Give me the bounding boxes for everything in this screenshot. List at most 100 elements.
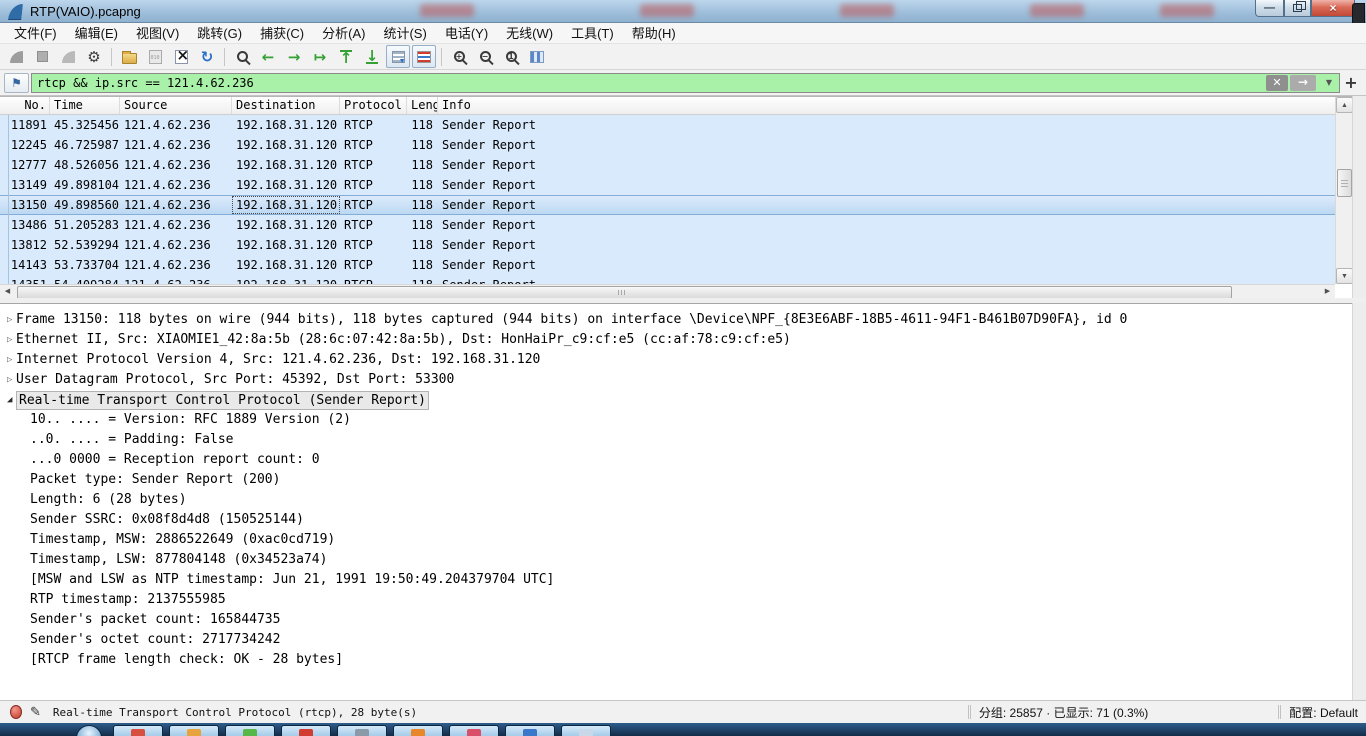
open-file-button[interactable] <box>117 45 141 68</box>
detail-line[interactable]: Sender SSRC: 0x08f8d4d8 (150525144) <box>0 510 1352 530</box>
profile-selector[interactable]: 配置: Default <box>1289 704 1358 721</box>
filter-clear-button[interactable]: ✕ <box>1266 74 1288 91</box>
column-header-length[interactable]: Length <box>407 97 438 114</box>
scroll-up-arrow[interactable]: ▲ <box>1336 97 1353 113</box>
packet-row[interactable]: 12245 46.725987 121.4.62.236 192.168.31.120… <box>0 135 1335 155</box>
taskbar-app-button[interactable] <box>169 725 219 736</box>
detail-line[interactable]: [RTCP frame length check: OK - 28 bytes] <box>0 650 1352 670</box>
go-forward-button[interactable]: → <box>282 45 306 68</box>
packet-list-hscrollbar[interactable]: ◀ ▶ <box>0 284 1335 299</box>
detail-line[interactable]: Length: 6 (28 bytes) <box>0 490 1352 510</box>
detail-line[interactable]: ▷ Frame 13150: 118 bytes on wire (944 bit… <box>0 310 1352 330</box>
column-header-time[interactable]: Time <box>50 97 120 114</box>
display-filter-input[interactable] <box>31 72 1340 93</box>
cell-source: 121.4.62.236 <box>120 275 232 284</box>
go-first-packet-button[interactable]: ↑ <box>334 45 358 68</box>
detail-line[interactable]: [MSW and LSW as NTP timestamp: Jun 21, 1… <box>0 570 1352 590</box>
detail-line[interactable]: ..0. .... = Padding: False <box>0 430 1352 450</box>
go-to-packet-button[interactable]: ↦ <box>308 45 332 68</box>
filter-apply-button[interactable]: → <box>1290 74 1316 91</box>
menu-tools[interactable]: 工具(T) <box>562 23 623 44</box>
detail-line[interactable]: ▷ Ethernet II, Src: XIAOMIE1_42:8a:5b (28… <box>0 330 1352 350</box>
taskbar-app-button[interactable] <box>393 725 443 736</box>
expander-icon[interactable]: ▷ <box>0 310 16 330</box>
go-back-button[interactable]: ← <box>256 45 280 68</box>
restart-capture-button[interactable] <box>56 45 80 68</box>
expander-icon[interactable]: ▷ <box>0 370 16 390</box>
detail-line[interactable]: Packet type: Sender Report (200) <box>0 470 1352 490</box>
menu-telephony[interactable]: 电话(Y) <box>436 23 497 44</box>
column-header-destination[interactable]: Destination <box>232 97 340 114</box>
minimize-button[interactable]: — <box>1255 0 1284 17</box>
go-last-packet-button[interactable]: ↓ <box>360 45 384 68</box>
zoom-original-button[interactable]: 1 <box>499 45 523 68</box>
column-header-info[interactable]: Info <box>438 97 1335 114</box>
packet-details-pane: ▷ Frame 13150: 118 bytes on wire (944 bit… <box>0 303 1352 700</box>
expander-icon[interactable]: ▷ <box>0 330 16 350</box>
packet-row[interactable]: 11891 45.325456 121.4.62.236 192.168.31.120… <box>0 115 1335 135</box>
menu-edit[interactable]: 编辑(E) <box>66 23 127 44</box>
stop-capture-button[interactable] <box>30 45 54 68</box>
detail-line[interactable]: ▷ Internet Protocol Version 4, Src: 121.4… <box>0 350 1352 370</box>
menu-statistics[interactable]: 统计(S) <box>374 23 435 44</box>
reload-file-button[interactable]: ↻ <box>195 45 219 68</box>
find-packet-button[interactable] <box>230 45 254 68</box>
close-file-button[interactable] <box>169 45 193 68</box>
menu-help[interactable]: 帮助(H) <box>623 23 685 44</box>
expander-icon[interactable]: ▷ <box>0 350 16 370</box>
detail-line[interactable]: ▷ User Datagram Protocol, Src Port: 45392… <box>0 370 1352 390</box>
expander-icon[interactable]: ◢ <box>0 390 16 410</box>
filter-bookmark-button[interactable]: ⚑ <box>4 72 29 93</box>
filter-add-button[interactable]: + <box>1340 73 1362 93</box>
detail-line[interactable]: ...0 0000 = Reception report count: 0 <box>0 450 1352 470</box>
packet-row-selected[interactable]: 13150 49.898560 121.4.62.236 192.168.31.120… <box>0 195 1335 215</box>
resize-columns-button[interactable] <box>525 45 549 68</box>
capture-options-button[interactable]: ⚙ <box>82 45 106 68</box>
taskbar-app-button[interactable] <box>113 725 163 736</box>
column-header-no[interactable]: No. <box>0 97 50 114</box>
packet-row[interactable]: 1435154.409284121.4.62.236192.168.31.120… <box>0 275 1335 284</box>
menu-wireless[interactable]: 无线(W) <box>497 23 562 44</box>
detail-line[interactable]: Sender's packet count: 165844735 <box>0 610 1352 630</box>
packet-list-vscrollbar[interactable]: ▲ ▼ <box>1335 97 1353 284</box>
auto-scroll-toggle[interactable] <box>386 45 410 68</box>
zoom-in-button[interactable]: + <box>447 45 471 68</box>
detail-line[interactable]: RTP timestamp: 2137555985 <box>0 590 1352 610</box>
start-capture-button[interactable] <box>4 45 28 68</box>
status-field-info: Real-time Transport Control Protocol (rt… <box>52 705 418 719</box>
taskbar-app-button[interactable] <box>505 725 555 736</box>
taskbar-app-button[interactable] <box>449 725 499 736</box>
taskbar-app-button[interactable] <box>561 725 611 736</box>
save-file-button[interactable]: 010 <box>143 45 167 68</box>
detail-line[interactable]: 10.. .... = Version: RFC 1889 Version (2… <box>0 410 1352 430</box>
detail-line[interactable]: Sender's octet count: 2717734242 <box>0 630 1352 650</box>
capture-comment-icon[interactable]: ✎ <box>30 704 41 720</box>
packet-row[interactable]: 13486 51.205283 121.4.62.236 192.168.31.120… <box>0 215 1335 235</box>
expert-info-icon[interactable] <box>10 705 22 719</box>
detail-line[interactable]: Timestamp, MSW: 2886522649 (0xac0cd719) <box>0 530 1352 550</box>
taskbar-app-button[interactable] <box>337 725 387 736</box>
close-button[interactable]: × <box>1311 0 1355 17</box>
menu-go[interactable]: 跳转(G) <box>188 23 251 44</box>
scroll-down-arrow[interactable]: ▼ <box>1336 268 1353 284</box>
packet-row[interactable]: 13149 49.898104 121.4.62.236 192.168.31.120… <box>0 175 1335 195</box>
detail-line-selected[interactable]: ◢ Real-time Transport Control Protocol (S… <box>0 390 1352 410</box>
packet-row[interactable]: 14143 53.733704 121.4.62.236 192.168.31.120… <box>0 255 1335 275</box>
taskbar-app-button[interactable] <box>281 725 331 736</box>
menu-analyze[interactable]: 分析(A) <box>313 23 374 44</box>
menu-view[interactable]: 视图(V) <box>127 23 188 44</box>
restore-button[interactable] <box>1284 0 1311 17</box>
menu-file[interactable]: 文件(F) <box>5 23 66 44</box>
column-header-protocol[interactable]: Protocol <box>340 97 407 114</box>
filter-dropdown-button[interactable]: ▼ <box>1320 75 1338 91</box>
menu-capture[interactable]: 捕获(C) <box>251 23 313 44</box>
taskbar-app-button[interactable] <box>225 725 275 736</box>
start-button[interactable] <box>76 725 102 736</box>
colorize-toggle[interactable] <box>412 45 436 68</box>
packet-row[interactable]: 13812 52.539294 121.4.62.236 192.168.31.120… <box>0 235 1335 255</box>
packet-row[interactable]: 12777 48.526056 121.4.62.236 192.168.31.120… <box>0 155 1335 175</box>
column-header-source[interactable]: Source <box>120 97 232 114</box>
vscroll-thumb[interactable] <box>1337 169 1352 197</box>
zoom-out-button[interactable]: − <box>473 45 497 68</box>
detail-line[interactable]: Timestamp, LSW: 877804148 (0x34523a74) <box>0 550 1352 570</box>
